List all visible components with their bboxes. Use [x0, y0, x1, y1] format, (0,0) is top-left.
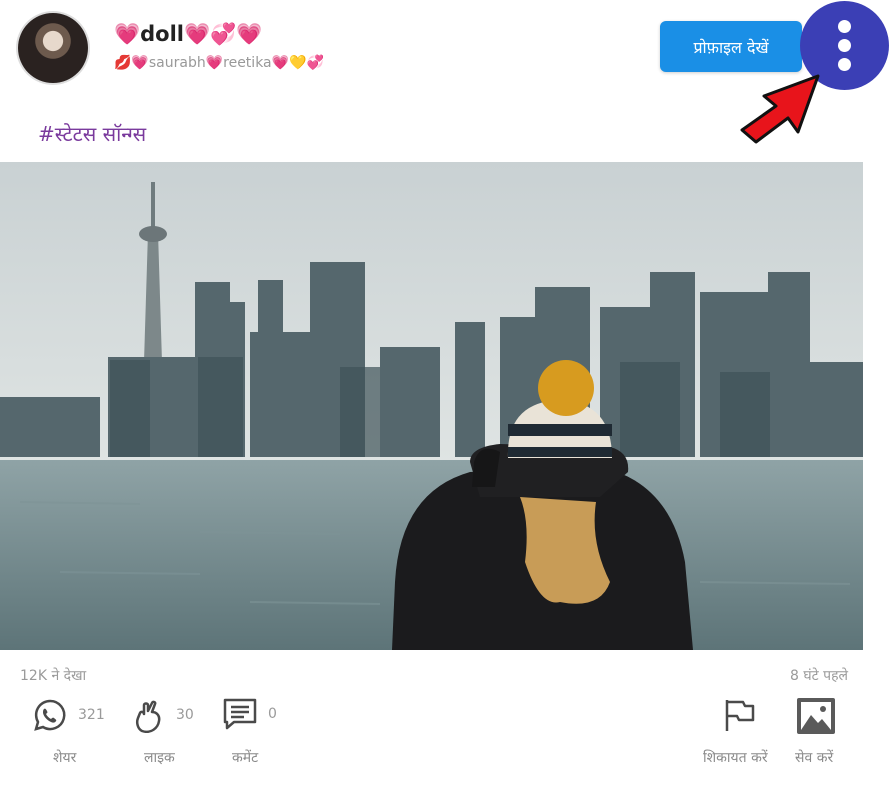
username[interactable]: 💗doll💗💞💗 [114, 22, 262, 47]
pointer-arrow [740, 74, 820, 144]
like-count: 30 [176, 707, 194, 723]
comment-label: कमेंट [232, 750, 259, 766]
share-count: 321 [78, 707, 105, 723]
save-label: सेव करें [795, 750, 834, 766]
post-card: 💗doll💗💞💗 💋💗saurabh💗reetika💗💛💞 प्रोफ़ाइल … [0, 0, 890, 788]
comment-count: 0 [268, 706, 277, 722]
view-count: 12K ने देखा [20, 668, 87, 684]
flag-icon [722, 697, 756, 733]
share-button[interactable]: 321 [32, 697, 105, 733]
whatsapp-icon [32, 697, 68, 733]
comment-icon [222, 697, 258, 731]
image-icon [796, 697, 836, 735]
post-time: 8 घंटे पहले [789, 668, 848, 684]
report-label: शिकायत करें [703, 750, 768, 766]
more-vertical-icon [838, 20, 851, 33]
comment-button[interactable]: 0 [222, 697, 277, 731]
post-image[interactable] [0, 162, 863, 650]
view-profile-button[interactable]: प्रोफ़ाइल देखें [660, 21, 802, 72]
like-button[interactable]: 30 [132, 697, 194, 733]
avatar[interactable] [18, 13, 88, 83]
report-button[interactable] [722, 697, 756, 733]
user-subtitle: 💋💗saurabh💗reetika💗💛💞 [114, 55, 324, 71]
post-hashtag[interactable]: #स्टेटस सॉन्ग्स [38, 120, 146, 147]
share-label: शेयर [53, 750, 77, 766]
save-button[interactable] [796, 697, 836, 735]
like-label: लाइक [144, 750, 175, 766]
like-hand-icon [132, 697, 166, 733]
